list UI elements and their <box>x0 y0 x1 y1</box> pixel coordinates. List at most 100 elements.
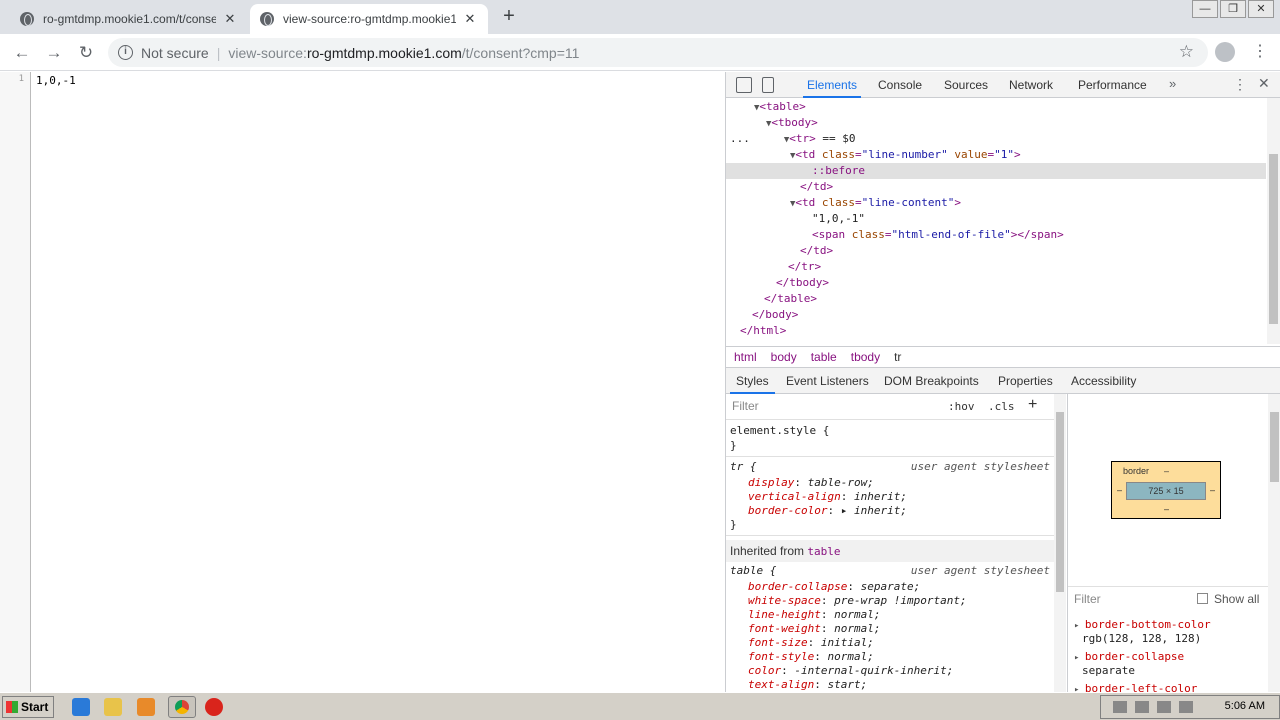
volume-icon[interactable] <box>1157 701 1171 713</box>
style-prop-row[interactable]: display: table-row; <box>748 476 874 490</box>
tab-network[interactable]: Network <box>1009 72 1053 98</box>
crumb-tr[interactable]: tr <box>894 350 901 364</box>
style-prop-row[interactable]: color: -internal-quirk-inherit; <box>748 664 953 678</box>
dom-line-table[interactable]: ▼<table> <box>754 99 806 115</box>
back-button[interactable]: ← <box>10 41 34 65</box>
computed-filter-input[interactable]: Filter <box>1074 592 1101 606</box>
profile-avatar-icon[interactable] <box>1215 42 1235 62</box>
dom-line-body-close: </body> <box>752 308 799 321</box>
style-prop-row[interactable]: line-height: normal; <box>748 608 880 622</box>
dom-line-tr-close: </tr> <box>788 260 822 273</box>
browser-menu-icon[interactable]: ⋮ <box>1252 42 1268 62</box>
style-prop-row[interactable]: border-collapse: separate; <box>748 580 920 594</box>
tray-icon[interactable] <box>1113 701 1127 713</box>
tab-elements[interactable]: Elements <box>802 72 862 98</box>
url-prefix: view-source: <box>228 44 307 61</box>
media-player-icon[interactable] <box>137 698 155 716</box>
dom-line-before[interactable]: ::before <box>812 163 865 179</box>
tab-event-listeners[interactable]: Event Listeners <box>786 368 869 394</box>
style-prop-row[interactable]: border-color: ▸ inherit; <box>748 504 907 518</box>
computed-row[interactable]: ▸ border-collapse <box>1074 650 1184 663</box>
style-prop-row[interactable]: text-align: start; <box>748 678 867 692</box>
dom-line-td-content[interactable]: ▼<td class="line-content"> <box>790 195 961 211</box>
devtools-panel: Elements Console Sources Network Perform… <box>725 72 1280 692</box>
devtools-close-icon[interactable]: ✕ <box>1258 75 1270 92</box>
show-all-checkbox[interactable] <box>1197 593 1208 604</box>
table-selector[interactable]: table { <box>730 564 776 578</box>
new-rule-button[interactable]: + <box>1028 396 1037 414</box>
dom-line-tbody[interactable]: ▼<tbody> <box>766 115 818 131</box>
maximize-button[interactable]: ❐ <box>1220 0 1246 18</box>
tab-dom-breakpoints[interactable]: DOM Breakpoints <box>884 368 979 394</box>
network-icon[interactable] <box>1135 701 1149 713</box>
dom-line-html-close: </html> <box>740 324 787 337</box>
inherited-tag-link[interactable]: table <box>807 545 840 558</box>
styles-scrollbar[interactable] <box>1054 394 1066 692</box>
tab-accessibility[interactable]: Accessibility <box>1071 368 1136 394</box>
hover-state-button[interactable]: :hov <box>948 400 975 413</box>
tab-performance[interactable]: Performance <box>1078 72 1147 98</box>
crumb-body[interactable]: body <box>771 350 797 364</box>
selected-dom-row[interactable] <box>726 163 1266 179</box>
computed-value: rgb(128, 128, 128) <box>1082 632 1202 645</box>
dom-line-text[interactable]: "1,0,-1" <box>812 211 865 227</box>
window-controls: — ❐ ✕ <box>1190 0 1274 18</box>
globe-icon <box>260 12 274 26</box>
style-prop-row[interactable]: vertical-align: inherit; <box>748 490 907 504</box>
dom-eq-label: == $0 <box>815 132 856 145</box>
inspect-element-icon[interactable] <box>736 77 752 93</box>
dom-line-span[interactable]: <span class="html-end-of-file"></span> <box>812 227 1064 243</box>
crumb-table[interactable]: table <box>811 350 837 364</box>
tab-consent[interactable]: ro-gmtdmp.mookie1.com/t/consent?c ✕ <box>10 4 248 34</box>
bookmark-star-icon[interactable]: ☆ <box>1179 42 1194 62</box>
crumb-html[interactable]: html <box>734 350 757 364</box>
explorer-icon[interactable] <box>104 698 122 716</box>
info-icon[interactable]: i <box>118 45 133 60</box>
element-style-selector[interactable]: element.style { <box>730 424 829 438</box>
close-window-button[interactable]: ✕ <box>1248 0 1274 18</box>
forward-button[interactable]: → <box>42 41 66 65</box>
close-tab-icon[interactable]: ✕ <box>462 11 478 27</box>
chrome-taskbar-button[interactable] <box>168 696 196 718</box>
chrome-icon <box>175 700 189 714</box>
style-prop-row[interactable]: white-space: pre-wrap !important; <box>748 594 967 608</box>
style-prop-row[interactable]: font-size: initial; <box>748 636 874 650</box>
class-toggle-button[interactable]: .cls <box>988 400 1015 413</box>
tab-styles[interactable]: Styles <box>730 368 775 394</box>
tab-title: view-source:ro-gmtdmp.mookie1.com/t/ <box>283 12 456 26</box>
ie-icon[interactable] <box>72 698 90 716</box>
separator: | <box>216 44 221 61</box>
globe-icon <box>20 12 34 26</box>
style-prop-row[interactable]: font-weight: normal; <box>748 622 880 636</box>
tab-view-source[interactable]: view-source:ro-gmtdmp.mookie1.com/t/ ✕ <box>250 4 488 34</box>
taskbar: Start 5:06 AM <box>0 692 1280 720</box>
style-prop-row[interactable]: font-style: normal; <box>748 650 874 664</box>
computed-scrollbar[interactable] <box>1268 394 1280 692</box>
devtools-menu-icon[interactable]: ⋮ <box>1233 76 1247 93</box>
tab-sources[interactable]: Sources <box>944 72 988 98</box>
dom-tree-scrollbar[interactable] <box>1267 98 1280 344</box>
tab-properties[interactable]: Properties <box>998 368 1053 394</box>
tab-console[interactable]: Console <box>878 72 922 98</box>
tr-selector[interactable]: tr { <box>730 460 757 474</box>
start-button[interactable]: Start <box>2 696 54 718</box>
flag-icon[interactable] <box>1179 701 1193 713</box>
security-app-icon[interactable] <box>205 698 223 716</box>
new-tab-button[interactable]: + <box>498 6 520 28</box>
dom-line-td-close: </td> <box>800 180 834 193</box>
windows-logo-icon <box>6 701 18 713</box>
more-tabs-icon[interactable]: » <box>1169 76 1176 91</box>
dom-line-tr[interactable]: ... ▼<tr> == $0 <box>730 131 856 147</box>
box-content-size[interactable]: 725 × 15 <box>1126 482 1206 500</box>
minimize-button[interactable]: — <box>1192 0 1218 18</box>
address-bar[interactable]: i Not secure | view-source: ro-gmtdmp.mo… <box>108 38 1208 67</box>
crumb-tbody[interactable]: tbody <box>851 350 880 364</box>
device-toolbar-icon[interactable] <box>762 77 774 93</box>
styles-filter-input[interactable]: Filter <box>732 399 932 415</box>
computed-row[interactable]: ▸ border-bottom-color <box>1074 618 1211 631</box>
reload-button[interactable]: ↻ <box>74 41 98 65</box>
computed-row[interactable]: ▸ border-left-color <box>1074 682 1197 692</box>
dom-line-tbody-close: </tbody> <box>776 276 829 289</box>
close-tab-icon[interactable]: ✕ <box>222 11 238 27</box>
dom-line-td-number[interactable]: ▼<td class="line-number" value="1"> <box>790 147 1021 163</box>
